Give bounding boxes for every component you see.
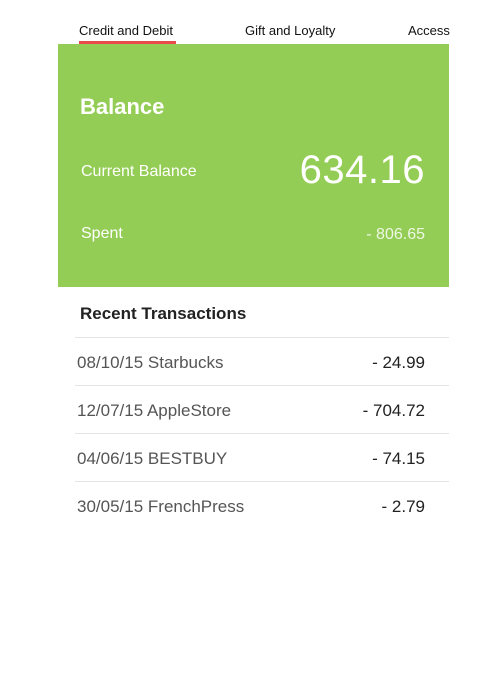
transaction-row[interactable]: 30/05/15 FrenchPress - 2.79 [75,481,449,529]
transaction-amount: - 2.79 [381,497,425,516]
tab-bar: Credit and Debit Gift and Loyalty Access [58,0,450,44]
tab-credit-and-debit[interactable]: Credit and Debit [79,23,173,38]
tab-access[interactable]: Access [408,23,450,38]
transactions-list: 08/10/15 Starbucks - 24.99 12/07/15 Appl… [75,337,449,529]
spent-label: Spent [81,225,123,242]
transaction-description: 04/06/15 BESTBUY [77,449,228,468]
app-screen: Credit and Debit Gift and Loyalty Access… [0,0,500,680]
tab-gift-and-loyalty[interactable]: Gift and Loyalty [245,23,335,38]
balance-title: Balance [80,94,165,119]
transaction-row[interactable]: 08/10/15 Starbucks - 24.99 [75,337,449,385]
transaction-amount: - 74.15 [372,449,425,468]
transaction-amount: - 24.99 [372,353,425,372]
transaction-description: 08/10/15 Starbucks [77,353,224,372]
spent-value: - 806.65 [366,226,425,243]
balance-card: Balance Current Balance 634.16 Spent - 8… [58,44,449,287]
recent-transactions-title: Recent Transactions [80,304,247,323]
transaction-description: 30/05/15 FrenchPress [77,497,245,516]
transaction-row[interactable]: 12/07/15 AppleStore - 704.72 [75,385,449,433]
transaction-description: 12/07/15 AppleStore [77,401,232,420]
current-balance-label: Current Balance [81,163,197,180]
current-balance-value: 634.16 [299,148,425,192]
transaction-row[interactable]: 04/06/15 BESTBUY - 74.15 [75,433,449,481]
transaction-amount: - 704.72 [362,401,425,420]
